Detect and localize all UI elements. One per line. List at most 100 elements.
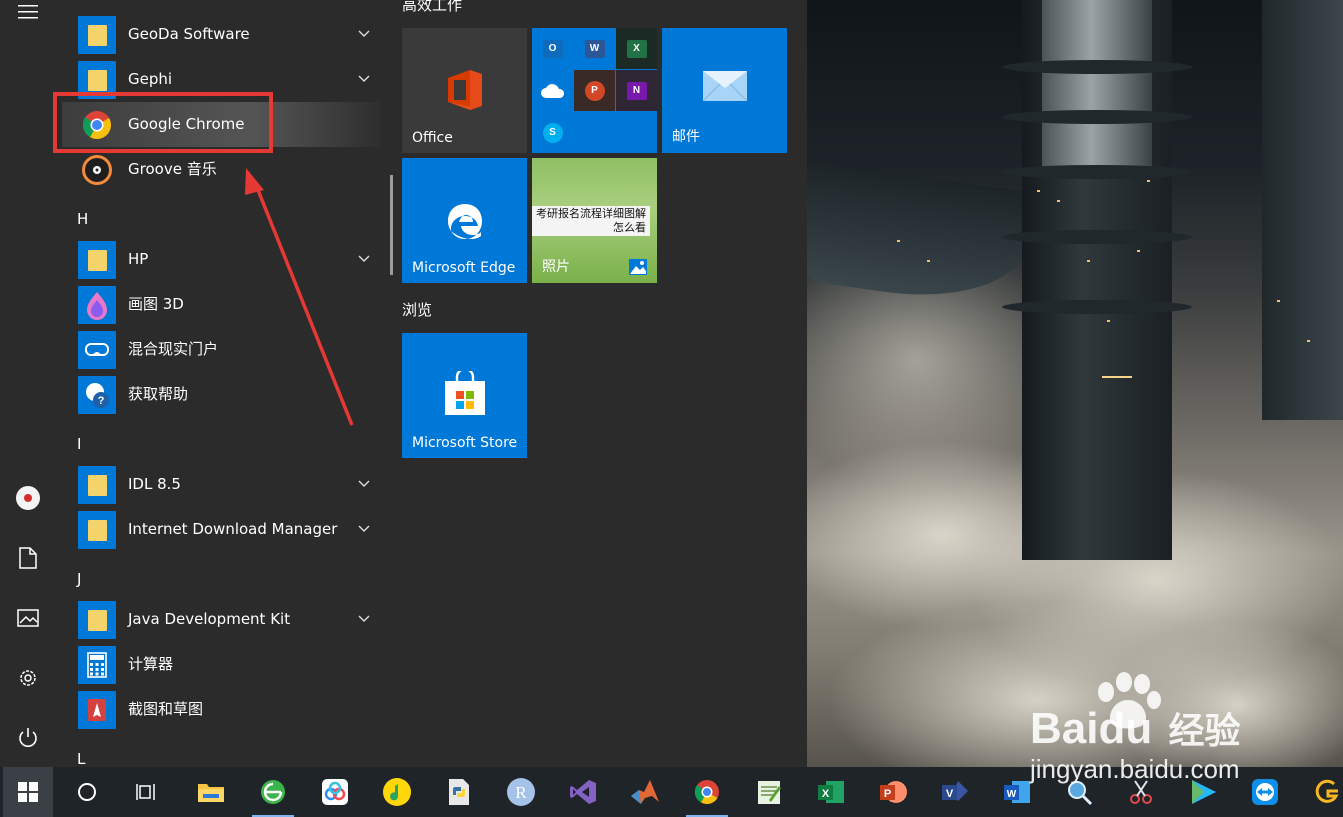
section-letter-i[interactable]: I — [77, 435, 81, 453]
photo-caption: 考研报名流程详细图解怎么看 — [536, 207, 646, 234]
section-letter-h[interactable]: H — [77, 210, 88, 228]
word-icon: W — [1004, 781, 1030, 803]
app-label: 画图 3D — [128, 295, 184, 313]
powerpoint-mini-tile[interactable]: P — [574, 70, 615, 111]
app-groove-music[interactable]: Groove 音乐 — [62, 147, 380, 192]
taskbar-python[interactable] — [434, 767, 484, 817]
taskbar-matlab[interactable] — [620, 767, 670, 817]
tile-group-header[interactable]: 高效工作 — [402, 0, 462, 15]
onenote-mini-tile[interactable]: N — [616, 70, 657, 111]
office-icon — [448, 70, 482, 110]
teamviewer-icon — [1252, 779, 1278, 805]
chevron-down-icon[interactable] — [356, 250, 372, 266]
svg-text:X: X — [822, 788, 830, 800]
store-icon — [445, 371, 485, 415]
taskbar-r[interactable]: R — [496, 767, 546, 817]
chevron-down-icon[interactable] — [356, 610, 372, 626]
settings-button[interactable] — [0, 650, 56, 706]
taskbar-snipping-tool[interactable] — [1116, 767, 1166, 817]
taskbar-qq-music[interactable] — [372, 767, 422, 817]
taskbar-teamviewer[interactable] — [1240, 767, 1290, 817]
taskbar-word[interactable]: W — [992, 767, 1042, 817]
word-mini-tile[interactable]: W — [574, 28, 615, 69]
section-letter-j[interactable]: J — [77, 570, 81, 588]
task-view-button[interactable] — [122, 767, 172, 817]
start-button[interactable] — [3, 767, 53, 817]
outlook-icon: O — [542, 39, 563, 58]
taskbar-notepad[interactable] — [744, 767, 794, 817]
chevron-down-icon[interactable] — [356, 520, 372, 536]
taskbar-360-browser[interactable] — [248, 767, 298, 817]
taskbar-file-explorer[interactable] — [186, 767, 236, 817]
outlook-mini-tile[interactable]: O — [532, 28, 573, 69]
taskbar-other-app[interactable] — [1302, 767, 1343, 817]
tile-microsoft-store[interactable]: Microsoft Store — [402, 333, 527, 458]
power-button[interactable] — [0, 710, 56, 766]
taskbar-excel[interactable]: X — [806, 767, 856, 817]
app-paint-3d[interactable]: 画图 3D — [62, 282, 380, 327]
chevron-down-icon[interactable] — [356, 475, 372, 491]
app-java-development-kit[interactable]: Java Development Kit — [62, 597, 380, 642]
taskbar-visio[interactable]: V — [930, 767, 980, 817]
app-geoda-software[interactable]: GeoDa Software — [62, 12, 380, 57]
annotation-highlight-box — [53, 92, 273, 153]
tile-label: 邮件 — [672, 129, 700, 145]
hamburger-icon — [18, 5, 38, 19]
app-idl[interactable]: IDL 8.5 — [62, 462, 380, 507]
folder-icon — [78, 511, 116, 549]
svg-text:W: W — [1007, 789, 1017, 800]
taskbar-video-player[interactable] — [1178, 767, 1228, 817]
onedrive-icon — [540, 83, 564, 98]
folder-icon — [78, 466, 116, 504]
tile-label: Microsoft Store — [412, 435, 518, 451]
tile-group-header[interactable]: 浏览 — [402, 299, 432, 320]
taskbar-visual-studio[interactable] — [558, 767, 608, 817]
app-calculator[interactable]: 计算器 — [62, 642, 380, 687]
app-hp[interactable]: HP — [62, 237, 380, 282]
taskbar-google-chrome[interactable] — [682, 767, 732, 817]
photos-icon — [629, 259, 647, 275]
svg-text:R: R — [515, 783, 527, 802]
browser-360-icon — [261, 780, 285, 804]
app-internet-download-manager[interactable]: Internet Download Manager — [62, 507, 380, 552]
excel-mini-tile[interactable]: X — [616, 28, 657, 69]
taskbar: R X P V W — [0, 767, 1343, 817]
skype-mini-tile[interactable]: S — [532, 112, 573, 153]
app-label: GeoDa Software — [128, 25, 250, 43]
documents-button[interactable] — [0, 530, 56, 586]
app-mixed-reality-portal[interactable]: 混合现实门户 — [62, 327, 380, 372]
word-icon: W — [584, 39, 605, 58]
snip-sketch-icon — [78, 691, 116, 729]
app-snip-and-sketch[interactable]: 截图和草图 — [62, 687, 380, 732]
folder-icon — [78, 241, 116, 279]
taskbar-baidu-netdisk[interactable] — [310, 767, 360, 817]
tile-microsoft-edge[interactable]: Microsoft Edge — [402, 158, 527, 283]
chevron-down-icon[interactable] — [356, 70, 372, 86]
onedrive-mini-tile[interactable] — [532, 70, 573, 111]
expand-menu-button[interactable] — [0, 0, 56, 40]
scissors-icon — [1130, 780, 1152, 804]
tile-photos[interactable]: 考研报名流程详细图解怎么看 照片 — [532, 158, 657, 283]
calculator-icon — [78, 646, 116, 684]
app-list-scrollbar[interactable] — [390, 175, 393, 275]
section-letter-l[interactable]: L — [77, 750, 85, 768]
cortana-button[interactable] — [62, 767, 112, 817]
app-get-help[interactable]: ? 获取帮助 — [62, 372, 380, 417]
excel-icon: X — [626, 39, 647, 58]
photo-thumbnail: 考研报名流程详细图解怎么看 — [532, 206, 650, 236]
app-label: Internet Download Manager — [128, 520, 338, 538]
onenote-icon: N — [626, 81, 647, 100]
start-menu: GeoDa Software Gephi Google Chrome Groov… — [0, 0, 807, 768]
svg-text:?: ? — [98, 395, 105, 407]
tile-office-apps-folder[interactable]: O W X P N S — [532, 28, 657, 153]
tile-office[interactable]: Office — [402, 28, 527, 153]
pictures-button[interactable] — [0, 590, 56, 646]
taskbar-powerpoint[interactable]: P — [868, 767, 918, 817]
gear-icon — [20, 670, 36, 686]
chevron-down-icon[interactable] — [356, 25, 372, 41]
tile-mail[interactable]: 邮件 — [662, 28, 787, 153]
document-icon — [19, 547, 37, 569]
taskbar-search-tool[interactable] — [1054, 767, 1104, 817]
picture-icon — [17, 609, 39, 627]
user-account-button[interactable] — [0, 470, 56, 526]
